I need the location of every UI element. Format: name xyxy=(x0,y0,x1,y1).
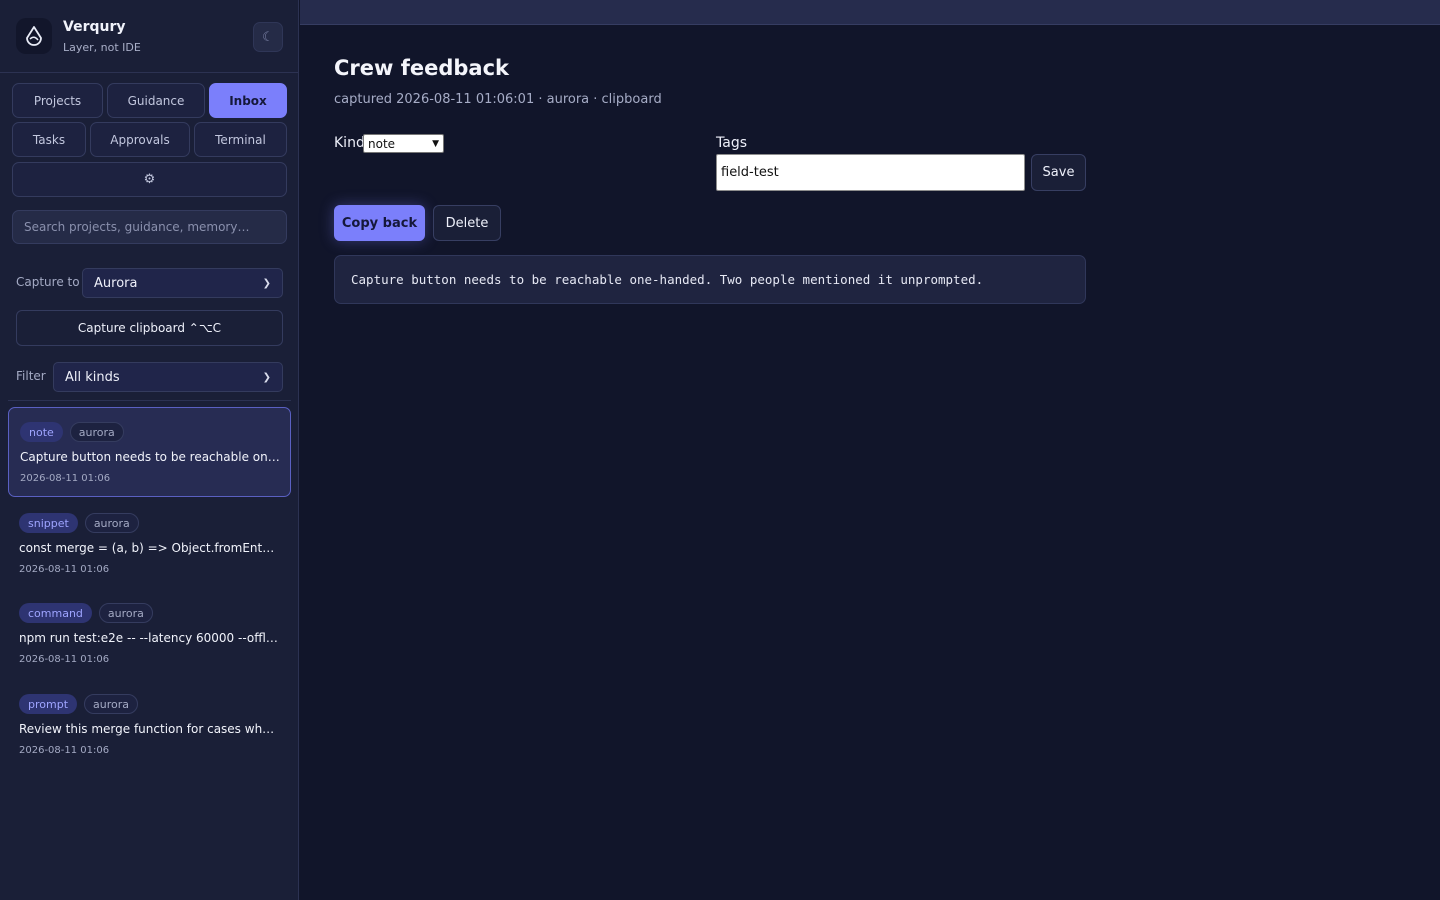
gear-icon: ⚙ xyxy=(143,172,156,187)
tags-input-value: field-test xyxy=(721,165,779,180)
tag-badge: aurora xyxy=(84,694,139,714)
kind-select[interactable]: note ▼ xyxy=(363,134,444,153)
tag-badge: aurora xyxy=(69,422,124,442)
droplet-logo-icon xyxy=(16,18,52,54)
inbox-item[interactable]: note aurora Capture button needs to be r… xyxy=(8,407,291,497)
capture-target-select[interactable]: Aurora ❯ xyxy=(82,268,283,298)
search-placeholder: Search projects, guidance, memory… xyxy=(24,220,250,234)
kind-select-value: note xyxy=(368,136,396,151)
top-bar xyxy=(300,0,1440,25)
app-tagline: Layer, not IDE xyxy=(63,41,141,54)
chevron-down-icon: ▼ xyxy=(432,138,439,149)
inbox-item-date: 2026-08-11 01:06 xyxy=(19,745,110,756)
inbox-item-title: Review this merge function for cases whe… xyxy=(19,722,279,736)
theme-toggle-button[interactable]: ☾ xyxy=(253,22,283,52)
capture-content-text: Capture button needs to be reachable one… xyxy=(351,272,984,287)
divider xyxy=(8,400,291,401)
kind-badge: prompt xyxy=(19,694,78,714)
filter-select[interactable]: All kinds ❯ xyxy=(53,362,283,392)
inbox-item-title: npm run test:e2e -- --latency 60000 --of… xyxy=(19,631,279,645)
capture-content: Capture button needs to be reachable one… xyxy=(334,255,1086,304)
inbox-item-date: 2026-08-11 01:06 xyxy=(20,473,111,484)
filter-label: Filter xyxy=(16,369,46,383)
chevron-down-icon: ❯ xyxy=(262,277,271,289)
filter-value: All kinds xyxy=(65,369,120,385)
capture-meta: captured 2026-08-11 01:06:01 · aurora · … xyxy=(334,92,662,107)
copy-back-button[interactable]: Copy back xyxy=(334,205,425,241)
moon-icon: ☾ xyxy=(262,29,274,45)
chevron-down-icon: ❯ xyxy=(262,371,271,383)
tab-terminal[interactable]: Terminal xyxy=(194,122,287,157)
tab-inbox[interactable]: Inbox xyxy=(209,83,287,118)
inbox-item-title: Capture button needs to be reachable one… xyxy=(20,450,280,464)
capture-clipboard-button[interactable]: Capture clipboard ⌃⌥C xyxy=(16,310,283,346)
tag-badge: aurora xyxy=(98,603,153,623)
inbox-item[interactable]: prompt aurora Review this merge function… xyxy=(8,680,291,770)
tab-approvals[interactable]: Approvals xyxy=(90,122,190,157)
brand-header: Verqury Layer, not IDE ☾ xyxy=(0,0,299,73)
inbox-item-title: const merge = (a, b) => Object.fromEntri… xyxy=(19,541,279,555)
capture-target-value: Aurora xyxy=(94,275,138,291)
capture-to-label: Capture to xyxy=(16,275,80,289)
kind-badge: note xyxy=(20,422,63,442)
page-title: Crew feedback xyxy=(334,56,509,80)
tab-guidance[interactable]: Guidance xyxy=(107,83,205,118)
delete-button[interactable]: Delete xyxy=(433,205,501,241)
inbox-item[interactable]: command aurora npm run test:e2e -- --lat… xyxy=(8,589,291,679)
save-button[interactable]: Save xyxy=(1031,154,1086,191)
search-input[interactable]: Search projects, guidance, memory… xyxy=(12,210,287,244)
sidebar: Verqury Layer, not IDE ☾ Projects Guidan… xyxy=(0,0,299,900)
inbox-item[interactable]: snippet aurora const merge = (a, b) => O… xyxy=(8,499,291,589)
kind-label: Kind xyxy=(334,135,365,151)
inbox-item-date: 2026-08-11 01:06 xyxy=(19,654,110,665)
tags-input[interactable]: field-test xyxy=(716,154,1025,191)
app-name: Verqury xyxy=(63,19,126,35)
tab-projects[interactable]: Projects xyxy=(12,83,103,118)
inbox-item-date: 2026-08-11 01:06 xyxy=(19,564,110,575)
kind-badge: snippet xyxy=(19,513,78,533)
tags-label: Tags xyxy=(716,135,747,151)
tag-badge: aurora xyxy=(84,513,139,533)
tab-tasks[interactable]: Tasks xyxy=(12,122,86,157)
settings-button[interactable]: ⚙ xyxy=(12,162,287,197)
kind-badge: command xyxy=(19,603,92,623)
